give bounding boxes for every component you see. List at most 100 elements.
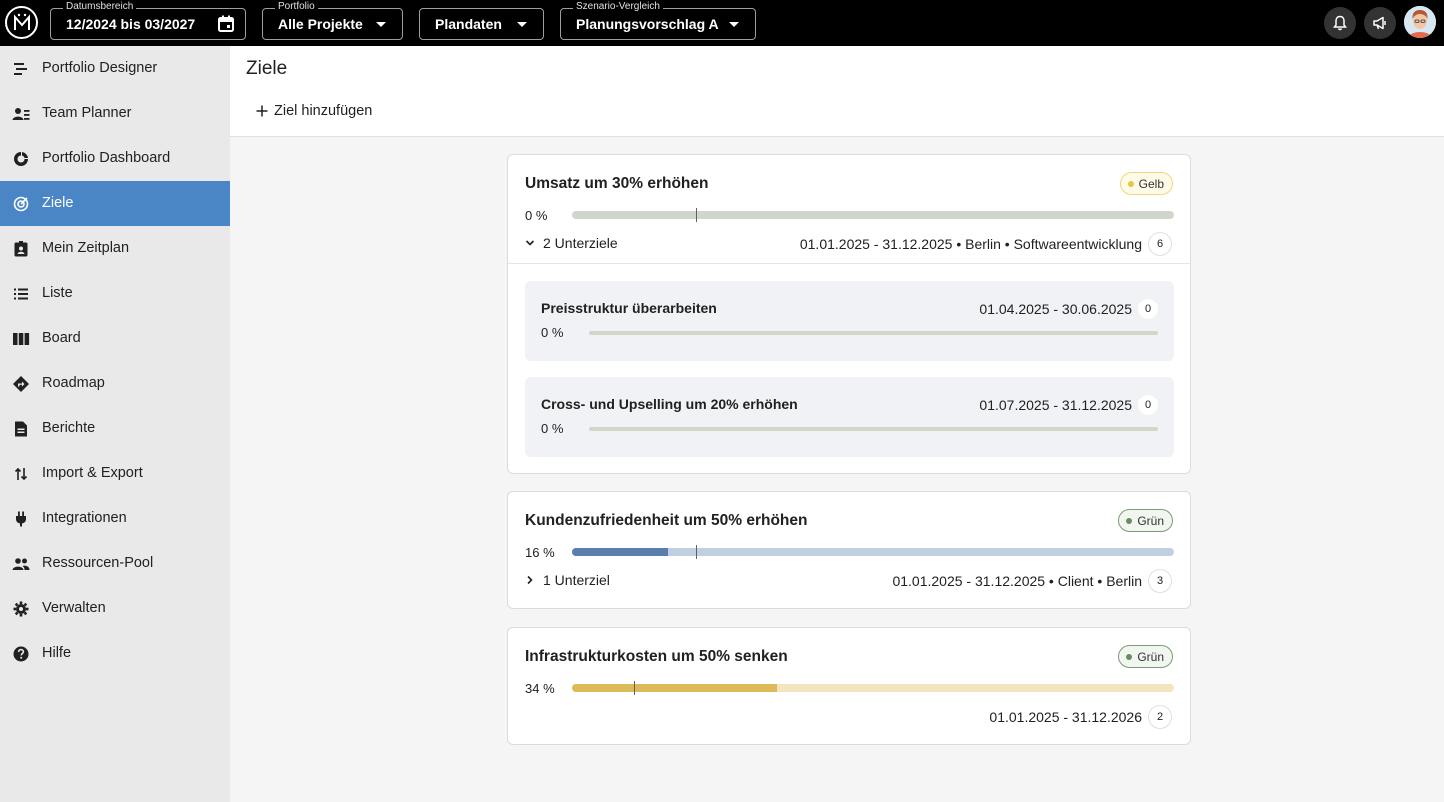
gear-icon <box>13 601 29 617</box>
donut-chart-icon <box>14 152 28 166</box>
subgoal-progress-bar <box>589 331 1158 335</box>
sidebar-item-integrationen[interactable]: Integrationen <box>0 496 230 541</box>
sidebar-item-label: Portfolio Designer <box>42 60 158 76</box>
subgoal-card[interactable]: Cross- und Upselling um 20% erhöhen 01.0… <box>525 377 1174 457</box>
plug-icon <box>16 511 26 527</box>
goal-count: 6 <box>1148 232 1172 256</box>
sidebar-item-ressourcen-pool[interactable]: Ressourcen-Pool <box>0 541 230 586</box>
subgoal-dates: 01.04.2025 - 30.06.2025 <box>979 301 1132 317</box>
subgoal-count: 0 <box>1138 299 1158 319</box>
goal-card[interactable]: Kundenzufriedenheit um 50% erhöhen Grün … <box>507 491 1191 609</box>
sidebar-item-import-export[interactable]: Import & Export <box>0 451 230 496</box>
subgoal-count: 0 <box>1138 395 1158 415</box>
sidebar-item-label: Ziele <box>42 195 74 211</box>
sidebar-item-label: Roadmap <box>42 375 105 391</box>
user-avatar[interactable] <box>1404 6 1436 38</box>
sidebar-item-label: Hilfe <box>42 645 72 661</box>
subgoals-label: 1 Unterziel <box>543 572 610 588</box>
notifications-button[interactable] <box>1324 7 1356 39</box>
subgoal-card[interactable]: Preisstruktur überarbeiten 01.04.2025 - … <box>525 281 1174 361</box>
sidebar-item-hilfe[interactable]: Hilfe <box>0 631 230 676</box>
goal-title: Infrastrukturkosten um 50% senken <box>525 648 788 665</box>
add-goal-label: Ziel hinzufügen <box>274 103 373 119</box>
status-dot-icon <box>1126 517 1133 524</box>
time-marker <box>634 681 635 695</box>
scenario-select[interactable]: Szenario-Vergleich Planungsvorschlag A <box>560 1 756 40</box>
sidebar-item-team-planner[interactable]: Team Planner <box>0 91 230 136</box>
columns-icon <box>13 333 30 345</box>
sidebar-item-label: Team Planner <box>42 105 132 121</box>
sidebar-item-label: Liste <box>42 285 73 301</box>
badge-icon <box>14 241 28 257</box>
date-range-field[interactable]: Datumsbereich 12/2024 bis 03/2027 <box>50 1 246 40</box>
subgoals-toggle[interactable]: 2 Unterziele <box>525 235 618 251</box>
bell-icon <box>1333 15 1347 31</box>
chevron-right-icon <box>527 575 533 585</box>
goal-card[interactable]: Infrastrukturkosten um 50% senken Grün 3… <box>507 627 1191 745</box>
subgoal-dates: 01.07.2025 - 31.12.2025 <box>979 397 1132 413</box>
logo-icon <box>13 13 30 30</box>
sidebar-item-ziele[interactable]: Ziele <box>0 181 230 226</box>
goal-meta: 01.01.2025 - 31.12.2025 • Client • Berli… <box>892 573 1142 589</box>
import-export-icon <box>14 467 28 481</box>
sidebar-item-roadmap[interactable]: Roadmap <box>0 361 230 406</box>
goal-count: 2 <box>1148 705 1172 729</box>
status-label: Grün <box>1137 649 1164 664</box>
sidebar-item-board[interactable]: Board <box>0 316 230 361</box>
portfolio-designer-icon <box>14 63 27 75</box>
progress-bar <box>572 211 1174 219</box>
goal-title: Kundenzufriedenheit um 50% erhöhen <box>525 512 808 529</box>
sidebar-item-portfolio-designer[interactable]: Portfolio Designer <box>0 46 230 91</box>
portfolio-select[interactable]: Portfolio Alle Projekte <box>262 1 403 40</box>
help-icon <box>13 646 29 662</box>
sidebar-item-label: Verwalten <box>42 600 106 616</box>
subgoal-progress-label: 0 % <box>541 421 564 436</box>
subgoal-title: Preisstruktur überarbeiten <box>541 300 717 316</box>
sidebar-item-label: Integrationen <box>42 510 127 526</box>
time-marker <box>696 208 697 222</box>
goal-count: 3 <box>1148 569 1172 593</box>
data-source-select[interactable]: Plandaten <box>419 8 544 40</box>
announcements-button[interactable] <box>1364 7 1396 39</box>
scenario-value: Planungsvorschlag A <box>576 16 719 32</box>
progress-label: 34 % <box>525 681 555 696</box>
portfolio-value: Alle Projekte <box>278 16 363 32</box>
sidebar-item-label: Mein Zeitplan <box>42 240 130 256</box>
chevron-down-icon <box>729 22 739 27</box>
subgoals-toggle[interactable]: 1 Unterziel <box>525 572 610 588</box>
page-header: Ziele Ziel hinzufügen <box>230 46 1444 137</box>
people-icon <box>12 558 30 570</box>
chevron-down-icon <box>525 240 535 246</box>
add-goal-button[interactable]: Ziel hinzufügen <box>256 103 372 119</box>
progress-bar <box>572 548 1174 556</box>
subgoal-title: Cross- und Upselling um 20% erhöhen <box>541 396 798 412</box>
app-logo[interactable] <box>5 6 38 39</box>
status-badge: Gelb <box>1119 172 1173 195</box>
status-badge: Grün <box>1118 645 1173 668</box>
calendar-icon[interactable] <box>217 15 235 33</box>
sidebar-item-label: Import & Export <box>42 465 143 481</box>
goal-title: Umsatz um 30% erhöhen <box>525 175 709 192</box>
goal-card[interactable]: Umsatz um 30% erhöhen Gelb 0 % 2 Unterzi… <box>507 154 1191 474</box>
sidebar-item-portfolio-dashboard[interactable]: Portfolio Dashboard <box>0 136 230 181</box>
sidebar-item-berichte[interactable]: Berichte <box>0 406 230 451</box>
sidebar-item-liste[interactable]: Liste <box>0 271 230 316</box>
portfolio-label: Portfolio <box>275 1 318 13</box>
sidebar-item-mein-zeitplan[interactable]: Mein Zeitplan <box>0 226 230 271</box>
progress-label: 16 % <box>525 545 555 560</box>
subgoals-label: 2 Unterziele <box>543 235 618 251</box>
directions-icon <box>13 376 29 392</box>
sidebar-item-label: Board <box>42 330 81 346</box>
time-marker <box>696 545 697 559</box>
goal-meta: 01.01.2025 - 31.12.2026 <box>989 709 1142 725</box>
progress-label: 0 % <box>525 208 548 223</box>
subgoal-progress-label: 0 % <box>541 325 564 340</box>
data-source-value: Plandaten <box>435 16 502 32</box>
team-planner-icon <box>12 108 30 120</box>
sidebar-item-label: Portfolio Dashboard <box>42 150 171 166</box>
chevron-down-icon <box>517 22 527 27</box>
sidebar-item-verwalten[interactable]: Verwalten <box>0 586 230 631</box>
megaphone-icon <box>1373 16 1386 30</box>
sidebar-item-label: Ressourcen-Pool <box>42 555 154 571</box>
status-label: Gelb <box>1138 176 1164 191</box>
